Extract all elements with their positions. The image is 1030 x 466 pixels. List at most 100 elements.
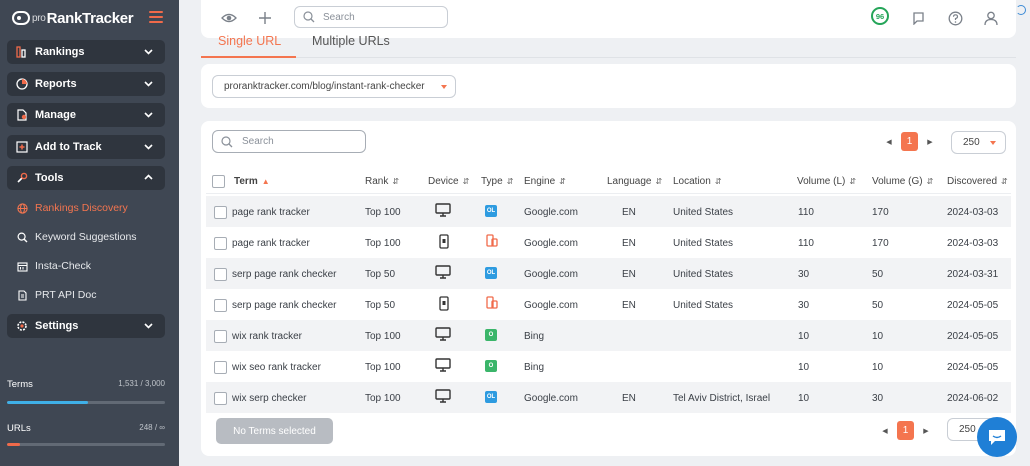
- cell-volume-global: 170: [872, 207, 889, 218]
- eye-icon[interactable]: [220, 9, 238, 27]
- mobile-type-icon: [486, 234, 498, 247]
- flag-icon[interactable]: [909, 9, 927, 27]
- cell-term: page rank tracker: [232, 207, 310, 218]
- row-checkbox[interactable]: [214, 392, 227, 405]
- col-header-engine[interactable]: Engine ⇵: [524, 176, 566, 187]
- app-logo[interactable]: pro RankTracker: [12, 9, 134, 27]
- current-page[interactable]: 1: [897, 421, 914, 440]
- cell-language: EN: [622, 207, 636, 218]
- manage-icon: [15, 109, 28, 122]
- col-header-device[interactable]: Device ⇵: [428, 176, 469, 187]
- table-row[interactable]: page rank tracker Top 100 Google.com EN Unit…: [206, 227, 1011, 258]
- sort-asc-icon: ▲: [261, 177, 270, 186]
- prev-page-icon[interactable]: ◀: [880, 427, 890, 435]
- sidebar-subitem-rankings-discovery[interactable]: Rankings Discovery: [16, 202, 128, 214]
- sidebar-item-label: Add to Track: [35, 141, 102, 153]
- cell-engine: Bing: [524, 362, 545, 373]
- user-icon[interactable]: [982, 9, 1000, 27]
- cell-engine: Google.com: [524, 393, 578, 404]
- table-row[interactable]: page rank tracker Top 100 OL Google.com EN Un…: [206, 196, 1011, 227]
- col-header-term[interactable]: Term ▲: [234, 176, 270, 187]
- gear-icon: [15, 320, 28, 333]
- sidebar-item-settings[interactable]: Settings: [7, 314, 165, 338]
- result-type-chip: OL: [485, 205, 497, 217]
- desktop-device-icon: [435, 358, 451, 375]
- sidebar-item-rankings[interactable]: Rankings: [7, 40, 165, 64]
- sidebar-item-manage[interactable]: Manage: [7, 103, 165, 127]
- mobile-device-icon: [439, 234, 449, 252]
- loading-ring-icon: [1016, 5, 1026, 15]
- col-header-location[interactable]: Location ⇵: [673, 176, 722, 187]
- chat-widget-button[interactable]: [977, 417, 1017, 457]
- col-header-label: Volume (L): [797, 176, 846, 187]
- col-header-type[interactable]: Type ⇵: [481, 176, 513, 187]
- sidebar-subitem-prt-api-doc[interactable]: PRT API Doc: [16, 289, 96, 301]
- tab-single-url[interactable]: Single URL: [218, 34, 281, 48]
- sidebar-subitem-insta-check[interactable]: Insta-Check: [16, 260, 91, 272]
- globe-icon: [16, 202, 28, 214]
- cell-rank: Top 100: [365, 362, 401, 373]
- table-row[interactable]: wix rank tracker Top 100 O Bing 10 10 2024-05-…: [206, 320, 1011, 351]
- cell-rank: Top 50: [365, 269, 396, 280]
- cell-term: wix serp checker: [232, 393, 307, 404]
- col-header-volume-global[interactable]: Volume (G) ⇵: [872, 176, 933, 187]
- sidebar-subitem-keyword-suggestions[interactable]: Keyword Suggestions: [16, 231, 137, 243]
- sidebar-item-add-to-track[interactable]: Add to Track: [7, 135, 165, 159]
- cell-term: serp page rank checker: [232, 300, 337, 311]
- url-select[interactable]: proranktracker.com/blog/instant-rank-che…: [212, 75, 456, 98]
- caret-down-icon: [441, 85, 447, 89]
- top-search-input[interactable]: Search: [294, 6, 448, 28]
- url-select-value: proranktracker.com/blog/instant-rank-che…: [224, 81, 425, 92]
- help-icon[interactable]: [946, 9, 964, 27]
- row-checkbox[interactable]: [214, 206, 227, 219]
- row-checkbox[interactable]: [214, 268, 227, 281]
- row-checkbox[interactable]: [214, 330, 227, 343]
- next-page-icon[interactable]: ▶: [921, 427, 931, 435]
- logo-name: RankTracker: [46, 9, 134, 27]
- score-badge[interactable]: 96: [871, 7, 889, 25]
- select-all-checkbox[interactable]: [212, 175, 225, 188]
- chevron-up-icon: [144, 174, 153, 180]
- col-header-discovered[interactable]: Discovered ⇵: [947, 176, 1008, 187]
- col-header-label: Language: [607, 176, 652, 187]
- table-row[interactable]: serp page rank checker Top 50 OL Google.com…: [206, 258, 1011, 289]
- sidebar-item-tools[interactable]: Tools: [7, 166, 165, 190]
- current-page[interactable]: 1: [901, 132, 918, 151]
- col-header-label: Term: [234, 176, 258, 187]
- chevron-down-icon: [144, 49, 153, 55]
- col-header-label: Location: [673, 176, 711, 187]
- sidebar-item-reports[interactable]: Reports: [7, 72, 165, 96]
- bulk-action-button[interactable]: No Terms selected: [216, 418, 333, 444]
- mobile-type-icon: [486, 296, 498, 309]
- plus-icon[interactable]: [256, 9, 274, 27]
- sidebar-item-label: Manage: [35, 109, 76, 121]
- table-row[interactable]: wix serp checker Top 100 OL Google.com EN Tel…: [206, 382, 1011, 413]
- table-row[interactable]: serp page rank checker Top 50 Google.com EN…: [206, 289, 1011, 320]
- quota-urls-fill: [7, 443, 20, 446]
- tab-multiple-urls[interactable]: Multiple URLs: [312, 34, 390, 48]
- cell-term: wix seo rank tracker: [232, 362, 321, 373]
- row-checkbox[interactable]: [214, 237, 227, 250]
- sidebar-item-label: Settings: [35, 320, 79, 332]
- col-header-language[interactable]: Language ⇵: [607, 176, 662, 187]
- col-header-rank[interactable]: Rank ⇵: [365, 176, 399, 187]
- cell-rank: Top 50: [365, 300, 396, 311]
- table-search-input[interactable]: Search: [212, 130, 366, 153]
- api-doc-icon: [16, 289, 28, 301]
- cell-volume-local: 10: [798, 362, 810, 373]
- col-header-label: Type: [481, 176, 503, 187]
- row-checkbox[interactable]: [214, 299, 227, 312]
- table-row[interactable]: wix seo rank tracker Top 100 O Bing 10 10 2024…: [206, 351, 1011, 382]
- col-header-label: Discovered: [947, 176, 998, 187]
- magnifier-icon: [16, 231, 28, 243]
- cell-language: EN: [622, 269, 636, 280]
- col-header-volume-local[interactable]: Volume (L) ⇵: [797, 176, 856, 187]
- per-page-select[interactable]: 250: [951, 131, 1006, 154]
- prev-page-icon[interactable]: ◀: [884, 138, 894, 146]
- row-checkbox[interactable]: [214, 361, 227, 374]
- next-page-icon[interactable]: ▶: [925, 138, 935, 146]
- quota-terms-value: 1,531 / 3,000: [118, 379, 165, 388]
- cell-volume-global: 10: [872, 362, 884, 373]
- hamburger-menu-icon[interactable]: [149, 11, 163, 23]
- cell-discovered: 2024-06-02: [947, 393, 999, 404]
